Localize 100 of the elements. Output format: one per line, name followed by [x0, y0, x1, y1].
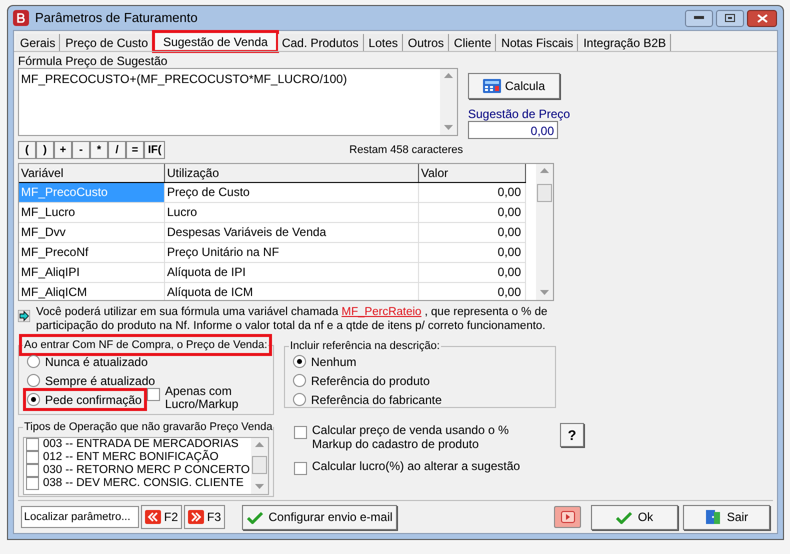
next-button[interactable]: F3: [184, 505, 226, 529]
tab[interactable]: Outros: [404, 34, 449, 51]
checkbox[interactable]: [26, 438, 39, 451]
table-cell: MF_PrecoCusto: [19, 183, 165, 202]
scroll-down-icon[interactable]: [540, 290, 549, 296]
info-text: Você poderá utilizar em sua fórmula uma variável chamada MF_PercRateio , que representa o % de participação do produto na Nf. Informe o valor total da nf e a qtde de itens p/ correto funcionamento.: [36, 305, 548, 333]
table-cell: Alíquota de ICM: [165, 283, 419, 300]
radio-button[interactable]: [27, 374, 40, 387]
scroll-thumb[interactable]: [537, 184, 552, 202]
calculate-button[interactable]: Calcula: [468, 73, 560, 99]
operator-button[interactable]: ): [36, 141, 54, 159]
table-cell: Alíquota de IPI: [165, 263, 419, 282]
tab[interactable]: Gerais: [16, 34, 60, 51]
door-icon: [704, 509, 721, 525]
tab[interactable]: Notas Fiscais: [497, 34, 578, 51]
operator-button[interactable]: (: [18, 141, 36, 159]
tab[interactable]: Cliente: [450, 34, 496, 51]
tab[interactable]: Lotes: [364, 34, 403, 51]
scroll-up-icon[interactable]: [540, 168, 549, 174]
checkbox[interactable]: [294, 426, 307, 439]
scroll-up-icon[interactable]: [444, 73, 453, 79]
scroll-thumb[interactable]: [252, 456, 267, 474]
group-label: Tipos de Operação que não gravarão Preço Venda: [23, 420, 274, 434]
minimize-button[interactable]: [685, 10, 713, 26]
table-cell: MF_AliqICM: [19, 283, 165, 300]
close-icon: [756, 14, 768, 22]
previous-button[interactable]: F2: [141, 505, 182, 529]
scroll-down-icon[interactable]: [444, 125, 453, 131]
table-cell: 0,00: [419, 223, 526, 242]
help-button[interactable]: ?: [560, 423, 584, 447]
table-cell: Despesas Variáveis de Venda: [165, 223, 419, 242]
table-cell: 0,00: [419, 203, 526, 222]
close-button[interactable]: [747, 10, 777, 26]
scrollbar[interactable]: [440, 69, 457, 135]
radio-label: Nunca é atualizado: [45, 354, 148, 370]
radio-button[interactable]: [27, 393, 40, 406]
table-cell: 0,00: [419, 183, 526, 202]
checkmark-icon: [246, 510, 262, 524]
list-item: 038 -- DEV MERC. CONSIG. CLIENTE: [43, 477, 244, 490]
radio-label: Pede confirmação: [45, 392, 142, 408]
table-cell: 0,00: [419, 263, 526, 282]
tab[interactable]: Cad. Produtos: [278, 34, 364, 51]
window-title: Parâmetros de Faturamento: [35, 9, 198, 28]
calculator-icon: [482, 79, 501, 93]
double-chevron-icon: [145, 510, 161, 524]
radio-label: Sempre é atualizado: [45, 372, 156, 390]
formula-field[interactable]: MF_PRECOCUSTO+(MF_PRECOCUSTO*MF_LUCRO/100): [18, 68, 458, 136]
arrow-icon: [18, 310, 30, 322]
double-chevron-icon: [188, 510, 204, 524]
table-cell: MF_Lucro: [19, 203, 165, 222]
email-settings-button[interactable]: Configurar envio e-mail: [242, 504, 398, 530]
remaining-characters: Restam 458 caracteres: [349, 142, 463, 158]
exit-button[interactable]: Sair: [683, 504, 770, 530]
operator-button[interactable]: -: [72, 141, 90, 159]
checkbox[interactable]: [294, 462, 307, 475]
maximize-button[interactable]: [716, 10, 744, 26]
variable-link[interactable]: MF_PercRateio: [342, 306, 422, 318]
operator-button[interactable]: +: [54, 141, 72, 159]
play-button[interactable]: [554, 506, 581, 528]
operator-button[interactable]: =: [126, 141, 144, 159]
scrollbar[interactable]: [536, 164, 553, 300]
checkbox[interactable]: [147, 388, 160, 401]
table-cell: MF_AliqIPI: [19, 263, 165, 282]
table-cell: Preço de Custo: [165, 183, 419, 202]
column-header: Variável: [19, 164, 165, 182]
scroll-up-icon[interactable]: [255, 442, 264, 448]
app-icon: [13, 10, 29, 26]
checkbox-label: Apenas com Lucro/Markup: [165, 385, 240, 411]
suggested-price-field[interactable]: 0,00: [468, 121, 558, 139]
operator-button[interactable]: *: [90, 141, 108, 159]
radio-button[interactable]: [293, 355, 306, 368]
checkbox-label: Calcular preço de venda usando o % Markup do cadastro de produto: [312, 423, 510, 451]
radio-button[interactable]: [293, 374, 306, 387]
radio-label: Referência do fabricante: [311, 392, 442, 408]
radio-label: Referência do produto: [311, 372, 430, 390]
scroll-down-icon[interactable]: [255, 484, 264, 490]
field-label: Sugestão de Preço: [468, 107, 570, 121]
checkbox[interactable]: [26, 477, 39, 490]
column-header: Valor: [419, 164, 526, 182]
minimize-icon: [694, 16, 704, 20]
search-field[interactable]: Localizar parâmetro...: [21, 506, 139, 528]
field-label: Fórmula Preço de Sugestão: [18, 54, 168, 68]
radio-button[interactable]: [293, 393, 306, 406]
radio-button[interactable]: [27, 355, 40, 368]
checkbox[interactable]: [26, 451, 39, 464]
maximize-icon: [725, 14, 735, 22]
column-header: Utilização: [165, 164, 419, 182]
table-cell: Preço Unitário na NF: [165, 243, 419, 262]
scrollbar[interactable]: [251, 438, 268, 494]
tab[interactable]: Sugestão de Venda: [154, 32, 277, 51]
tab[interactable]: Integração B2B: [579, 34, 672, 51]
checkbox[interactable]: [26, 464, 39, 477]
operator-button[interactable]: /: [108, 141, 126, 159]
tab[interactable]: Preço de Custo: [61, 34, 154, 51]
list-item: 003 -- ENTRADA DE MERCADORIAS: [43, 438, 239, 450]
play-icon: [560, 511, 574, 523]
table-cell: 0,00: [419, 283, 526, 300]
ok-button[interactable]: Ok: [591, 504, 678, 530]
operator-button[interactable]: IF(: [144, 141, 166, 159]
group-label: Incluir referência na descrição:: [289, 339, 441, 353]
